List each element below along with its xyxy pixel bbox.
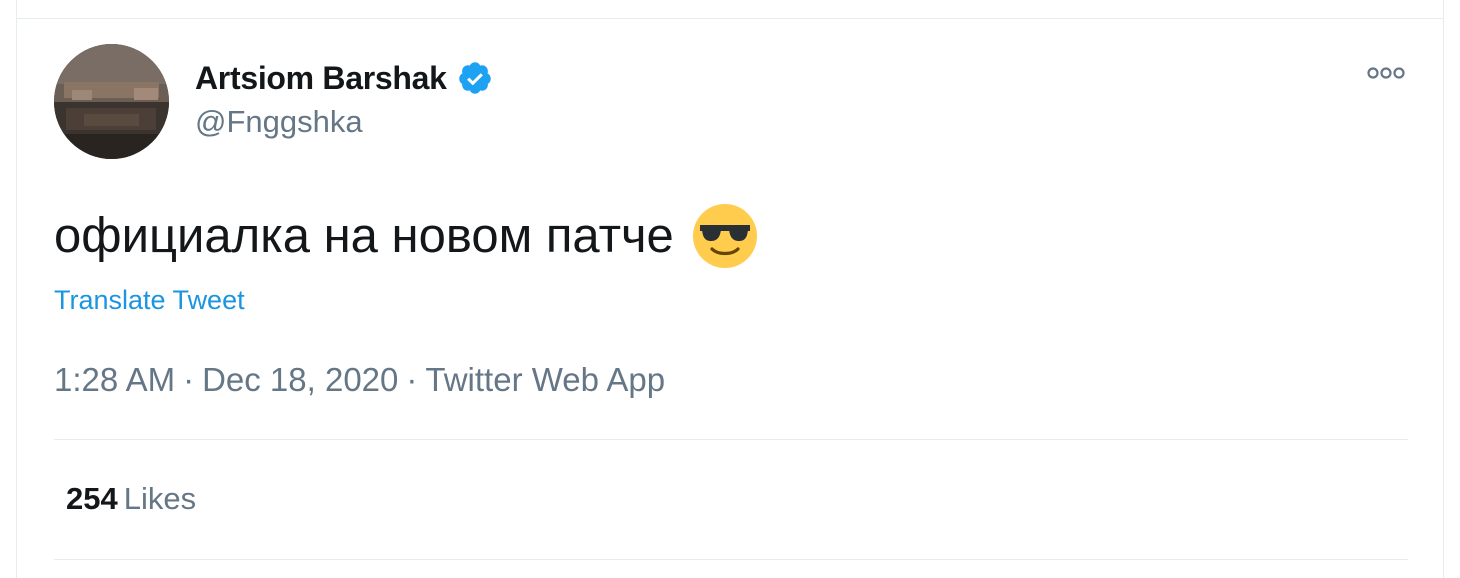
avatar-image <box>54 44 169 159</box>
top-border-strip <box>16 0 1444 18</box>
tweet-source[interactable]: Twitter Web App <box>425 361 665 398</box>
author-name-row[interactable]: Artsiom Barshak <box>195 58 493 98</box>
tweet-date[interactable]: Dec 18, 2020 <box>202 361 398 398</box>
tweet-text-content: официалка на новом патче <box>54 209 674 263</box>
tweet-text: официалка на новом патче <box>54 203 758 269</box>
author-handle[interactable]: @Fnggshka <box>195 104 363 140</box>
avatar[interactable] <box>54 44 169 159</box>
likes-label: Likes <box>123 481 197 516</box>
divider <box>54 439 1408 440</box>
meta-separator: · <box>183 361 195 398</box>
verified-badge-icon <box>457 60 493 96</box>
translate-tweet-link[interactable]: Translate Tweet <box>54 285 245 316</box>
likes-stat[interactable]: 254 Likes <box>66 481 196 517</box>
tweet-metadata: 1:28 AM · Dec 18, 2020 · Twitter Web App <box>54 361 665 399</box>
meta-separator: · <box>406 361 418 398</box>
likes-count: 254 <box>66 481 118 516</box>
sunglasses-emoji-icon <box>692 203 758 269</box>
author-display-name[interactable]: Artsiom Barshak <box>195 60 447 97</box>
more-options-icon[interactable] <box>1364 60 1408 86</box>
tweet-time[interactable]: 1:28 AM <box>54 361 175 398</box>
divider <box>54 559 1408 560</box>
